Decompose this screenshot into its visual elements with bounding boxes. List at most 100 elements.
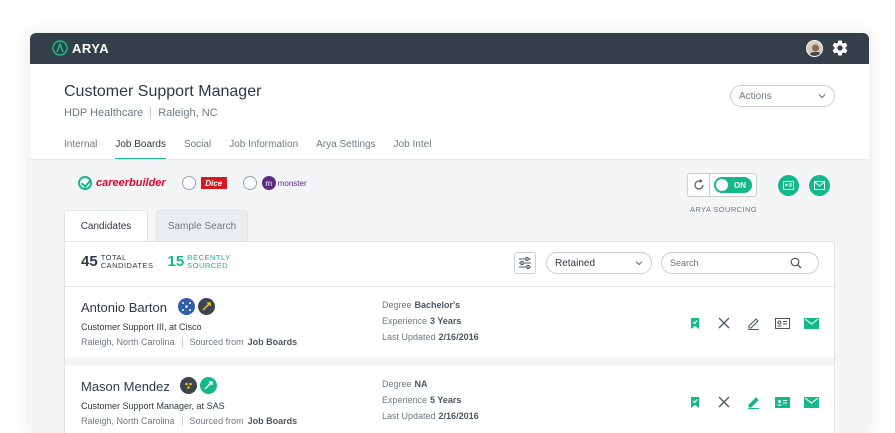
refresh-icon[interactable] [688,174,710,196]
dice-logo: Dice [200,177,227,189]
divider [150,107,152,119]
email-button[interactable] [809,175,830,196]
degree-label: Degree [382,300,412,310]
sliders-icon [519,257,531,269]
status-select[interactable]: Retained [546,252,652,274]
job-meta: HDP Healthcare Raleigh, NC [64,107,218,119]
total-label: TOTAL CANDIDATES [101,253,154,270]
chevron-down-icon [635,261,643,266]
careerbuilder-radio[interactable] [78,176,92,190]
tab-job-intel[interactable]: Job Intel [394,139,432,160]
candidate-title: Customer Support Manager, at SAS [81,401,225,411]
job-board-selector: careerbuilder Dice m monster [78,176,307,190]
gear-icon[interactable] [831,39,849,62]
sourcing-label: ARYA SOURCING [690,205,758,214]
degree-label: Degree [382,379,412,389]
monster-logo-icon: m [261,176,276,190]
filter-button[interactable] [514,252,536,274]
sourcing-toggle[interactable]: ON [714,177,752,193]
hive-badge-icon [180,377,197,394]
arya-logo[interactable]: ARYA [52,40,109,56]
tab-arya-settings[interactable]: Arya Settings [316,139,375,160]
candidate-location: Raleigh, North Carolina [81,337,175,347]
row-actions [687,394,819,410]
job-location: Raleigh, NC [158,107,218,119]
tab-sample-search[interactable]: Sample Search [156,210,248,242]
updated-label: Last Updated [382,332,436,342]
experience-info: Experience 5 Years [382,395,461,405]
candidate-stats: 45 TOTAL CANDIDATES 15 RECENTLY SOURCED [81,253,231,270]
recent-count: 15 [167,253,185,270]
job-tabs: Internal Job Boards Social Job Informati… [64,139,449,160]
arya-logo-icon [52,40,68,56]
candidate-row[interactable]: Antonio Barton Customer Support III, at … [65,286,834,358]
network-badge-icon [178,298,195,315]
skill-badge-icon [198,298,215,315]
job-boards-content: careerbuilder Dice m monster ON ARYA SOU… [30,159,869,433]
recent-label-line2: SOURCED [187,260,229,270]
edit-icon[interactable] [745,315,761,331]
user-avatar[interactable] [806,40,823,57]
arya-sourcing-control: ON [687,173,757,197]
page-title: Customer Support Manager [64,83,262,100]
edit-icon[interactable] [745,394,761,410]
user-avatar-icon [807,41,822,56]
top-bar: ARYA [30,33,869,64]
mail-icon[interactable] [803,315,819,331]
experience-value: 5 Years [430,395,462,405]
candidate-badges [180,377,217,394]
bookmark-icon[interactable] [687,394,703,410]
candidate-row[interactable]: Mason Mendez Customer Support Manager, a… [65,358,834,430]
tab-job-information[interactable]: Job Information [229,139,298,160]
close-icon[interactable] [716,394,732,410]
recent-label: RECENTLY SOURCED [187,253,230,270]
degree-value: Bachelor's [414,300,461,310]
sourced-from: Job Boards [247,416,298,426]
sourced-label: Sourced from [189,337,244,347]
id-card-icon[interactable] [774,315,790,331]
candidate-name[interactable]: Antonio Barton [81,300,167,315]
search-box [661,252,819,274]
job-company: HDP Healthcare [64,107,144,119]
updated-value: 2/16/2016 [438,332,479,342]
app-window: ARYA Customer Support Manager HDP Health… [30,33,869,433]
sourced-from: Job Boards [247,337,298,347]
candidate-name[interactable]: Mason Mendez [81,379,170,394]
search-icon[interactable] [790,257,802,269]
experience-info: Experience 3 Years [382,316,461,326]
candidate-location-line: Raleigh, North Carolina Sourced from Job… [81,416,297,426]
tab-candidates[interactable]: Candidates [64,210,148,242]
candidates-panel: 45 TOTAL CANDIDATES 15 RECENTLY SOURCED … [64,241,835,433]
status-select-value: Retained [555,257,596,269]
close-icon[interactable] [716,315,732,331]
tab-internal[interactable]: Internal [64,139,97,160]
experience-label: Experience [382,395,428,405]
divider [181,416,183,426]
monster-radio[interactable] [242,176,257,190]
monster-logo: monster [277,178,307,188]
tab-job-boards[interactable]: Job Boards [115,139,166,160]
updated-label: Last Updated [382,411,436,421]
experience-value: 3 Years [430,316,462,326]
actions-dropdown[interactable]: Actions [730,85,835,107]
degree-value: NA [414,379,428,389]
id-card-icon [783,181,794,190]
updated-info: Last Updated 2/16/2016 [382,332,479,342]
sourcing-toggle-label: ON [734,180,746,190]
candidate-title: Customer Support III, at Cisco [81,322,202,332]
search-input[interactable] [670,258,790,268]
tab-social[interactable]: Social [184,139,211,160]
bookmark-icon[interactable] [687,315,703,331]
experience-label: Experience [382,316,428,326]
mail-icon[interactable] [803,394,819,410]
contact-card-button[interactable] [778,175,799,196]
dice-radio[interactable] [181,176,196,190]
sourced-label: Sourced from [189,416,244,426]
row-actions [687,315,819,331]
total-count: 45 [81,253,98,270]
skill-badge-icon [200,377,217,394]
divider [181,337,183,347]
id-card-icon[interactable] [774,394,790,410]
app-name: ARYA [72,40,110,56]
candidate-badges [178,298,215,315]
